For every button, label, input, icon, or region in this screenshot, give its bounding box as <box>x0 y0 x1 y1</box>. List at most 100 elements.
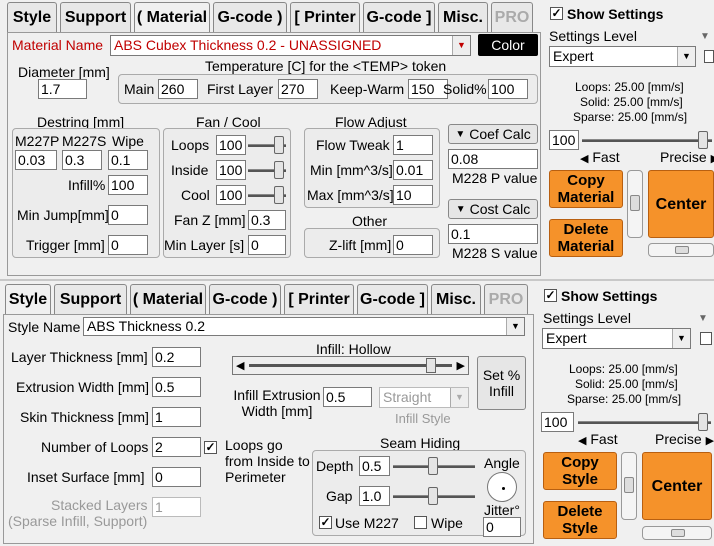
fan-cool-slider[interactable] <box>246 185 288 205</box>
color-button[interactable]: Color <box>478 34 538 56</box>
tab-gcode-end-2[interactable]: G-code ] <box>357 284 428 314</box>
tab-material-2[interactable]: ( Material <box>130 284 206 314</box>
gap-label: Gap <box>326 488 353 504</box>
extrusion-width-input[interactable]: 0.5 <box>152 377 201 397</box>
horizontal-scrollbar[interactable] <box>648 243 714 257</box>
m228s-input[interactable]: 0.1 <box>448 224 538 244</box>
temp-keep-input[interactable]: 150 <box>408 79 448 99</box>
tab-gcode-start-2[interactable]: G-code ) <box>209 284 281 314</box>
extra-checkbox[interactable] <box>704 50 714 63</box>
speed-slider-2[interactable] <box>576 412 713 432</box>
show-settings-checkbox-2[interactable]: ✓ <box>544 289 557 302</box>
fan-cool-label: Cool <box>181 187 210 203</box>
copy-material-button[interactable]: Copy Material <box>549 170 623 208</box>
inset-surface-label: Inset Surface [mm] <box>27 469 145 485</box>
fan-loops-slider[interactable] <box>246 135 288 155</box>
trigger-input[interactable]: 0 <box>108 235 148 255</box>
settings-level-select-2[interactable]: Expert ▼ <box>542 328 691 349</box>
wipe-checkbox[interactable] <box>414 516 427 529</box>
zlift-label: Z-lift [mm] <box>329 237 392 253</box>
wipe-input[interactable]: 0.1 <box>108 150 148 170</box>
temp-main-input[interactable]: 260 <box>158 79 198 99</box>
depth-input[interactable]: 0.5 <box>359 456 390 476</box>
copy-style-button[interactable]: Copy Style <box>543 452 617 490</box>
infill-style-value: Straight <box>383 389 432 405</box>
tab-material[interactable]: ( Material <box>134 2 210 32</box>
speed-slider[interactable] <box>580 130 714 150</box>
flow-min-input[interactable]: 0.01 <box>393 160 433 180</box>
infill-extrusion-label: Infill Extrusion Width [mm] <box>233 387 321 419</box>
fan-cool-input[interactable]: 100 <box>216 185 246 205</box>
layer-thickness-input[interactable]: 0.2 <box>152 347 201 367</box>
center-button-2[interactable]: Center <box>642 452 712 520</box>
jitter-input[interactable]: 0 <box>483 517 521 537</box>
cost-calc-button[interactable]: ▼ Cost Calc <box>448 199 538 219</box>
use-m227-checkbox[interactable]: ✓ <box>319 516 332 529</box>
chevron-down-icon: ▼ <box>672 329 690 348</box>
tab-printer-2[interactable]: [ Printer <box>284 284 354 314</box>
diameter-label: Diameter [mm] <box>18 64 110 80</box>
fan-loops-input[interactable]: 100 <box>216 135 246 155</box>
tab-support-2[interactable]: Support <box>54 284 127 314</box>
delete-style-button[interactable]: Delete Style <box>543 501 617 539</box>
m228p-input[interactable]: 0.08 <box>448 149 538 169</box>
m228s-label: M228 S value <box>452 245 538 261</box>
solid-speed: Solid: 25.00 [mm/s] <box>580 95 683 109</box>
fan-z-input[interactable]: 0.3 <box>248 210 286 230</box>
tab-gcode-end[interactable]: G-code ] <box>363 2 435 32</box>
tab-gcode-start[interactable]: G-code ) <box>213 2 287 32</box>
temp-solid-input[interactable]: 100 <box>488 79 528 99</box>
temp-first-input[interactable]: 270 <box>278 79 318 99</box>
m227p-input[interactable]: 0.03 <box>15 150 57 170</box>
vertical-scrollbar[interactable] <box>627 170 643 238</box>
gap-slider[interactable] <box>391 486 477 506</box>
fan-inside-slider[interactable] <box>246 160 288 180</box>
style-name-select[interactable]: ABS Thickness 0.2 ▼ <box>83 317 525 336</box>
collapse-arrow-icon[interactable]: ▼ <box>698 313 708 324</box>
angle-dial[interactable] <box>487 472 517 502</box>
diameter-input[interactable]: 1.7 <box>38 79 87 99</box>
loops-inside-checkbox[interactable]: ✓ <box>204 441 217 454</box>
layer-thickness-label: Layer Thickness [mm] <box>11 349 148 365</box>
delete-material-button[interactable]: Delete Material <box>549 219 623 257</box>
tab-printer[interactable]: [ Printer <box>290 2 360 32</box>
zlift-input[interactable]: 0 <box>393 235 433 255</box>
depth-slider[interactable] <box>391 456 477 476</box>
speed-input-2[interactable]: 100 <box>541 412 574 432</box>
vertical-scrollbar-2[interactable] <box>621 452 637 520</box>
show-settings-label: Show Settings <box>567 6 664 22</box>
skin-thickness-input[interactable]: 1 <box>152 407 201 427</box>
show-settings-checkbox[interactable]: ✓ <box>550 7 563 20</box>
speed-input[interactable]: 100 <box>549 130 579 150</box>
min-jump-input[interactable]: 0 <box>108 205 148 225</box>
min-layer-input[interactable]: 0 <box>248 235 286 255</box>
num-loops-input[interactable]: 2 <box>152 437 201 457</box>
settings-level-select[interactable]: Expert ▼ <box>549 46 696 67</box>
fan-loops-label: Loops <box>171 137 210 153</box>
coef-calc-button[interactable]: ▼ Coef Calc <box>448 124 538 144</box>
flow-tweak-input[interactable]: 1 <box>393 135 433 155</box>
tab-style[interactable]: Style <box>7 2 57 32</box>
tab-misc[interactable]: Misc. <box>438 2 488 32</box>
tab-support[interactable]: Support <box>60 2 131 32</box>
extra-checkbox-2[interactable] <box>700 332 712 345</box>
fan-inside-input[interactable]: 100 <box>216 160 246 180</box>
material-name-select[interactable]: ABS Cubex Thickness 0.2 - UNASSIGNED ▼ <box>110 35 471 56</box>
infill-pct-input[interactable]: 100 <box>108 175 148 195</box>
flow-max-input[interactable]: 10 <box>393 185 433 205</box>
tab-misc-2[interactable]: Misc. <box>431 284 481 314</box>
inset-surface-input[interactable]: 0 <box>152 467 201 487</box>
collapse-arrow-icon[interactable]: ▼ <box>700 31 710 42</box>
arrow-right-icon: ▶ <box>705 435 714 447</box>
center-button[interactable]: Center <box>648 170 714 238</box>
infill-extrusion-input[interactable]: 0.5 <box>323 387 372 407</box>
arrow-left-icon: ◀ <box>236 360 245 372</box>
m227s-input[interactable]: 0.3 <box>62 150 102 170</box>
tab-style-2[interactable]: Style <box>5 284 51 314</box>
horizontal-scrollbar-2[interactable] <box>642 526 712 540</box>
infill-slider[interactable]: ◀ ▶ <box>232 356 469 375</box>
gap-input[interactable]: 1.0 <box>359 486 390 506</box>
set-infill-button[interactable]: Set % Infill <box>477 356 526 410</box>
chevron-down-icon: ▼ <box>452 36 470 55</box>
depth-label: Depth <box>316 458 354 474</box>
